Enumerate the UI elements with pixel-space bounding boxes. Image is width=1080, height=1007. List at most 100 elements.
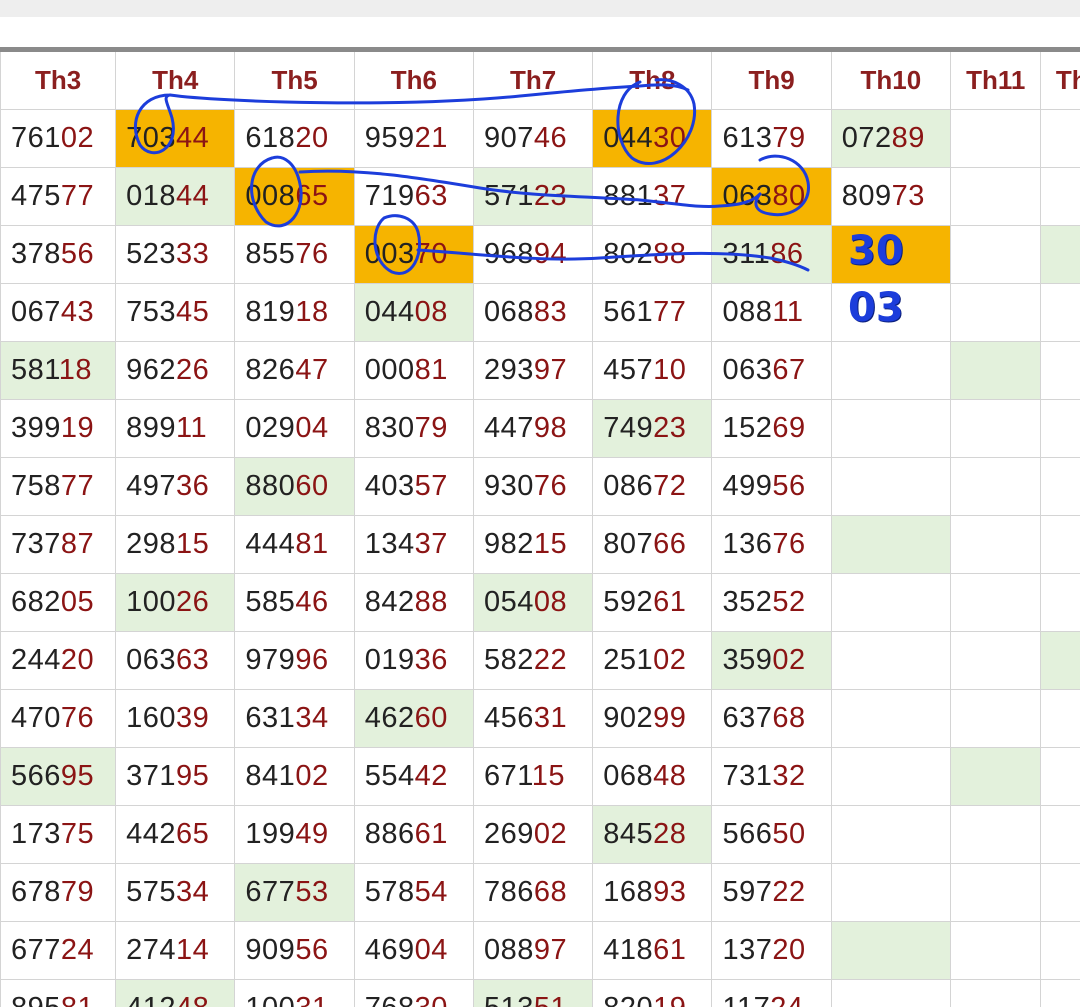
cell-tail-digits: 15 [532, 760, 565, 792]
cell-tail-digits: 61 [415, 818, 448, 850]
cell-tail-digits: 89 [892, 122, 925, 154]
result-cell: 08897 [473, 922, 592, 980]
cell-head-digits: 063 [722, 354, 772, 386]
table-row: 39919899110290483079447987492315269 [1, 400, 1080, 458]
result-cell [1041, 342, 1080, 400]
cell-head-digits: 731 [722, 760, 772, 792]
cell-head-digits: 749 [603, 412, 653, 444]
cell-head-digits: 618 [245, 122, 295, 154]
results-table-container[interactable]: Th3 Th4 Th5 Th6 Th7 Th8 Th9 Th10 Th11 Th… [0, 47, 1080, 1007]
result-cell [1041, 806, 1080, 864]
result-cell [951, 226, 1041, 284]
cell-tail-digits: 46 [534, 122, 567, 154]
result-cell: 46260 [354, 690, 473, 748]
result-cell: 89911 [116, 400, 235, 458]
result-cell: 76102 [1, 110, 116, 168]
result-cell [1041, 980, 1080, 1007]
table-row: 24420063639799601936582222510235902 [1, 632, 1080, 690]
cell-head-digits: 841 [245, 760, 295, 792]
cell-head-digits: 719 [365, 180, 415, 212]
cell-tail-digits: 18 [59, 354, 92, 386]
result-cell: 56650 [712, 806, 831, 864]
cell-tail-digits: 02 [61, 122, 94, 154]
result-cell: 49956 [712, 458, 831, 516]
cell-head-digits: 881 [603, 180, 653, 212]
cell-head-digits: 613 [722, 122, 772, 154]
result-cell [1041, 284, 1080, 342]
cell-tail-digits: 15 [534, 528, 567, 560]
cell-head-digits: 067 [11, 296, 61, 328]
cell-head-digits: 168 [603, 876, 653, 908]
cell-tail-digits: 23 [653, 412, 686, 444]
cell-tail-digits: 65 [295, 180, 328, 212]
result-cell: 80288 [593, 226, 712, 284]
cell-tail-digits: 44 [176, 180, 209, 212]
cell-head-digits: 457 [603, 354, 653, 386]
cell-head-digits: 880 [245, 470, 295, 502]
cell-head-digits: 003 [365, 238, 415, 270]
result-cell [1041, 400, 1080, 458]
cell-tail-digits: 46 [295, 586, 328, 618]
cell-tail-digits: 77 [61, 180, 94, 212]
cell-tail-digits: 75 [61, 818, 94, 850]
cell-head-digits: 962 [126, 354, 176, 386]
cell-head-digits: 830 [365, 412, 415, 444]
result-cell: 07289 [831, 110, 950, 168]
cell-head-digits: 462 [365, 702, 415, 734]
column-header: Th4 [116, 50, 235, 110]
cell-head-digits: 758 [11, 470, 61, 502]
result-cell: 08811 [712, 284, 831, 342]
cell-tail-digits: 51 [534, 992, 567, 1007]
result-cell [1041, 574, 1080, 632]
cell-tail-digits: 48 [176, 992, 209, 1007]
cell-tail-digits: 79 [415, 412, 448, 444]
cell-head-digits: 979 [245, 644, 295, 676]
cell-head-digits: 298 [126, 528, 176, 560]
result-cell: 45710 [593, 342, 712, 400]
cell-tail-digits: 36 [176, 470, 209, 502]
cell-head-digits: 575 [126, 876, 176, 908]
cell-head-digits: 809 [842, 180, 892, 212]
result-cell: 97996 [235, 632, 354, 690]
cell-tail-digits: 81 [295, 528, 328, 560]
cell-head-digits: 802 [603, 238, 653, 270]
result-cell: 56695 [1, 748, 116, 806]
result-cell: 15269 [712, 400, 831, 458]
result-cell: 98215 [473, 516, 592, 574]
cell-head-digits: 293 [484, 354, 534, 386]
table-row: 06743753458191804408068835617708811 [1, 284, 1080, 342]
result-cell: 85576 [235, 226, 354, 284]
cell-head-digits: 895 [11, 992, 61, 1007]
result-cell: 17375 [1, 806, 116, 864]
cell-tail-digits: 77 [61, 470, 94, 502]
cell-head-digits: 456 [484, 702, 534, 734]
cell-tail-digits: 20 [772, 934, 805, 966]
cell-head-digits: 637 [722, 702, 772, 734]
result-cell: 13437 [354, 516, 473, 574]
result-cell: 90956 [235, 922, 354, 980]
cell-tail-digits: 23 [534, 180, 567, 212]
result-cell: 19949 [235, 806, 354, 864]
result-cell [1041, 748, 1080, 806]
result-cell [951, 690, 1041, 748]
result-cell: 35252 [712, 574, 831, 632]
result-cell [951, 400, 1041, 458]
result-cell: 10026 [116, 574, 235, 632]
result-cell: 83079 [354, 400, 473, 458]
result-cell [1041, 690, 1080, 748]
cell-tail-digits: 97 [534, 934, 567, 966]
cell-head-digits: 311 [722, 238, 770, 270]
cell-head-digits: 786 [484, 876, 534, 908]
result-cell [831, 980, 950, 1007]
result-cell: 16039 [116, 690, 235, 748]
cell-head-digits: 063 [126, 644, 176, 676]
result-cell: 95921 [354, 110, 473, 168]
cell-tail-digits: 30 [415, 992, 448, 1007]
cell-tail-digits: 96 [295, 644, 328, 676]
results-table: Th3 Th4 Th5 Th6 Th7 Th8 Th9 Th10 Th11 Th… [0, 47, 1080, 1007]
cell-tail-digits: 95 [176, 760, 209, 792]
cell-tail-digits: 34 [176, 876, 209, 908]
cell-head-digits: 442 [126, 818, 176, 850]
cell-tail-digits: 20 [61, 644, 94, 676]
handwritten-note-1: 30 [848, 228, 904, 274]
